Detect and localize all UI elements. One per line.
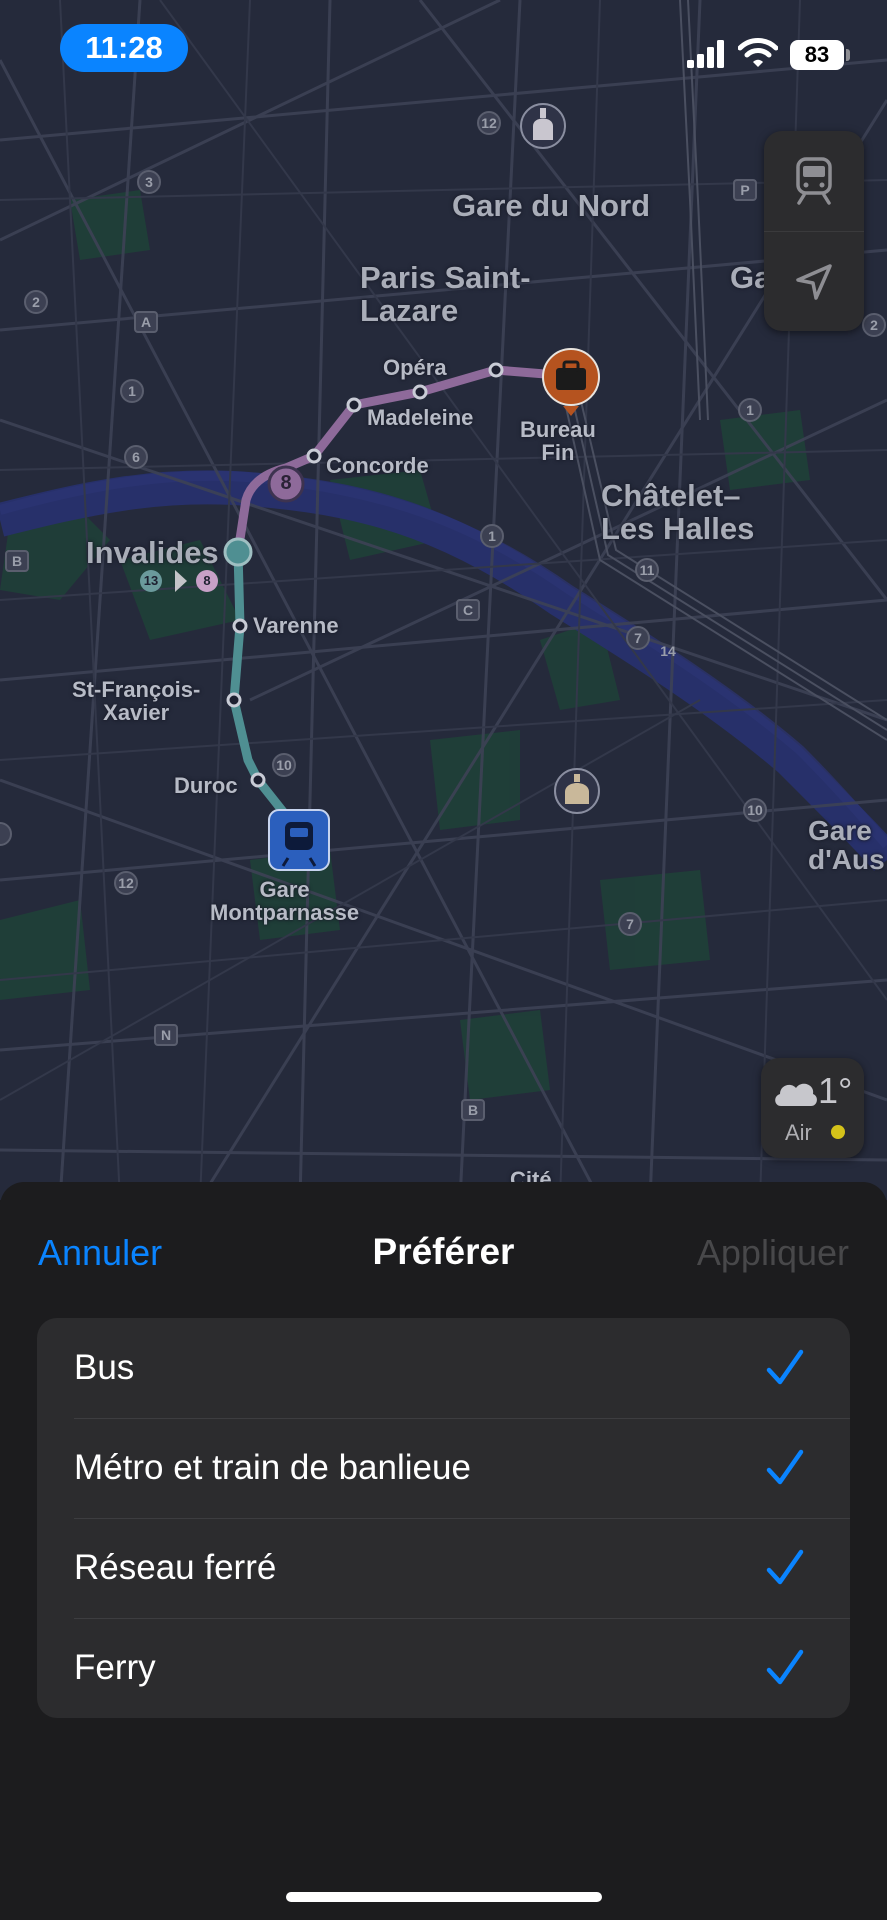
option-reseau-ferre[interactable]: Réseau ferré [37,1518,850,1618]
map-label-gare-austerlitz[interactable]: Gare d'Aus [808,816,885,875]
option-ferry[interactable]: Ferry [37,1618,850,1718]
line-badge-8: 8 [203,573,211,588]
svg-text:2: 2 [870,317,878,333]
map-label-opera[interactable]: Opéra [383,356,447,379]
svg-text:12: 12 [118,875,134,891]
checkmark-icon [766,1349,804,1385]
location-arrow-icon [796,263,832,300]
battery-tip [846,49,850,61]
map-label-varenne[interactable]: Varenne [253,614,339,637]
map-label-paris-saint-lazare[interactable]: Paris Saint- Lazare [360,261,531,327]
svg-text:N: N [161,1027,171,1043]
apply-button[interactable]: Appliquer [697,1232,849,1274]
svg-text:10: 10 [276,757,292,773]
transit-preferences-list: Bus Métro et train de banlieue Réseau fe… [37,1318,850,1718]
map-label-chatelet[interactable]: Châtelet– Les Halles [601,479,754,545]
option-label: Ferry [74,1648,156,1687]
map-controls [764,131,864,331]
svg-text:7: 7 [634,630,642,646]
option-bus[interactable]: Bus [37,1318,850,1418]
status-bar: 11:28 83 [0,0,887,100]
svg-text:7: 7 [626,916,634,932]
svg-text:B: B [468,1102,478,1118]
svg-text:2: 2 [32,294,40,310]
svg-text:3: 3 [145,174,153,190]
air-quality-label: Air [785,1120,812,1145]
weather-temperature: 1° [818,1070,853,1111]
map-label-madeleine[interactable]: Madeleine [367,406,473,429]
map-label-invalides[interactable]: Invalides [86,536,219,570]
battery-indicator: 83 [790,40,844,70]
option-label: Métro et train de banlieue [74,1448,471,1487]
train-icon [796,157,832,205]
map-label-concorde[interactable]: Concorde [326,454,429,477]
option-label: Bus [74,1348,135,1387]
svg-text:B: B [12,553,22,569]
air-quality-indicator [831,1125,845,1139]
checkmark-icon [766,1449,804,1485]
wifi-icon [738,38,778,67]
cellular-signal-icon [687,40,724,68]
svg-text:A: A [141,314,151,330]
svg-text:1: 1 [746,402,754,418]
map-canvas: 3212 1111 71210 7101 26 ACN BPB 14 [0,0,887,1200]
svg-text:10: 10 [747,802,763,818]
status-time[interactable]: 11:28 [60,24,188,72]
cloud-icon [775,1083,817,1106]
prefer-sheet: Annuler Préférer Appliquer Bus Métro et … [0,1182,887,1920]
map-label-duroc[interactable]: Duroc [174,774,238,797]
map-label-gare-du-nord[interactable]: Gare du Nord [452,189,650,223]
svg-text:11: 11 [640,562,655,578]
locate-me-button[interactable] [764,231,864,331]
svg-text:C: C [463,602,473,618]
route-badge-8: 8 [280,472,292,494]
weather-widget[interactable]: 1° Air [761,1058,864,1158]
transit-mode-button[interactable] [764,131,864,231]
svg-text:1: 1 [128,383,136,399]
svg-text:1: 1 [488,528,496,544]
svg-text:12: 12 [481,115,497,131]
map-label-st-francois-xavier[interactable]: St-François- Xavier [72,678,200,724]
line-badge-13: 13 [143,573,159,588]
sheet-header: Annuler Préférer Appliquer [0,1182,887,1322]
map-label-gare-montparnasse[interactable]: Gare Montparnasse [210,878,359,924]
checkmark-icon [766,1649,804,1685]
svg-text:14: 14 [660,643,676,659]
svg-text:6: 6 [132,449,140,465]
map-view[interactable]: 3 2 12 1 1 11 7 12 10 7 10 1 26 ACN BPB 14 Gare [0,0,887,1200]
option-metro-train[interactable]: Métro et train de banlieue [37,1418,850,1518]
home-indicator[interactable] [286,1892,602,1902]
svg-text:P: P [740,182,749,198]
checkmark-icon [766,1549,804,1585]
map-label-bureau-fin[interactable]: Bureau Fin [520,418,596,464]
option-label: Réseau ferré [74,1548,277,1587]
